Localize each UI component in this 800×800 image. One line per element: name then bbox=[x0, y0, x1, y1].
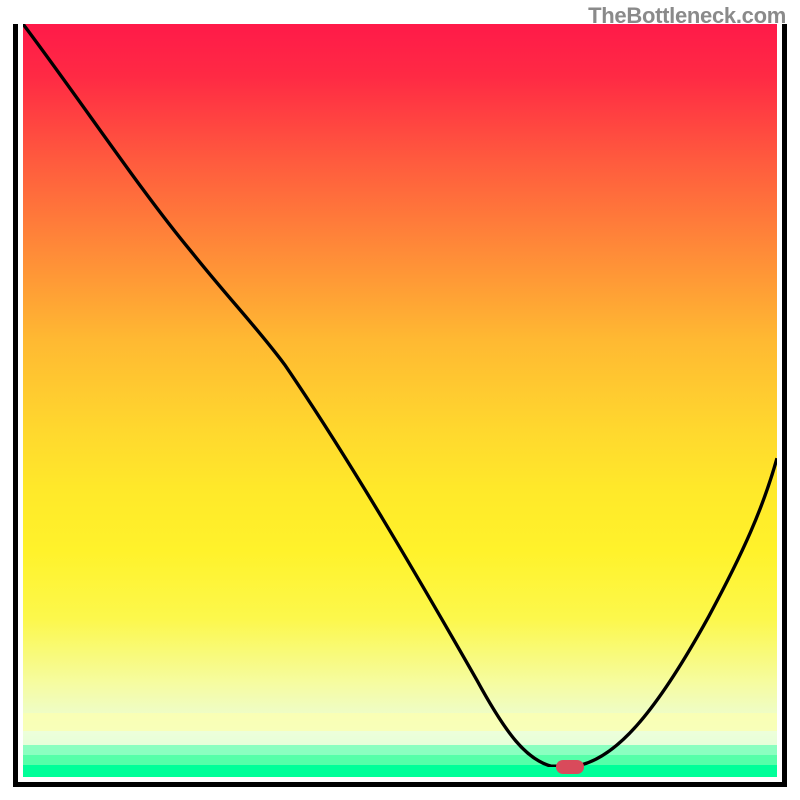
plot-area bbox=[23, 24, 777, 777]
optimal-marker bbox=[556, 760, 584, 774]
bottleneck-curve bbox=[23, 24, 777, 767]
chart-frame bbox=[13, 24, 787, 787]
